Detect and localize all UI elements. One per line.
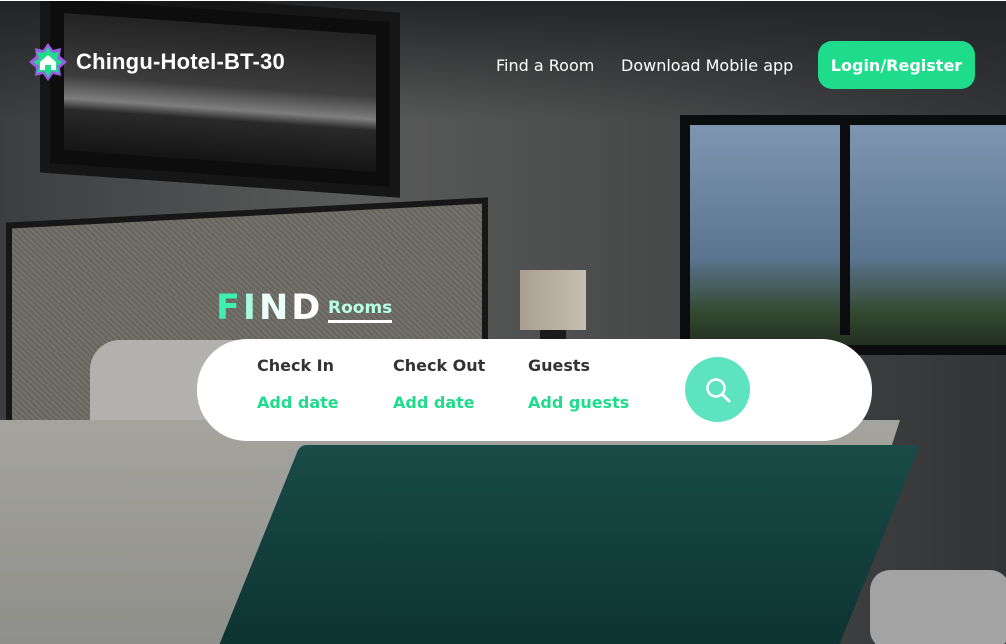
brand-logo[interactable]: Chingu-Hotel-BT-30 <box>28 42 285 82</box>
nav-find-room[interactable]: Find a Room <box>496 56 594 75</box>
check-out-value[interactable]: Add date <box>393 393 485 412</box>
brand-name: Chingu-Hotel-BT-30 <box>76 49 285 74</box>
check-in-field[interactable]: Check In Add date <box>257 356 339 412</box>
house-icon <box>28 42 68 82</box>
guests-value[interactable]: Add guests <box>528 393 629 412</box>
login-register-button[interactable]: Login/Register <box>818 41 975 89</box>
top-border <box>0 0 1006 1</box>
search-button[interactable] <box>685 357 750 422</box>
find-letter: N <box>258 288 292 328</box>
find-heading: FIND <box>216 288 323 328</box>
hero-overlay <box>0 0 1006 644</box>
nav-link-download-mobile-app[interactable]: Download Mobile app <box>621 56 793 75</box>
guests-label: Guests <box>528 356 591 375</box>
check-out-label: Check Out <box>393 356 486 375</box>
find-letter: F <box>216 288 243 328</box>
guests-field[interactable]: Guests Add guests <box>528 356 629 412</box>
check-in-label: Check In <box>257 356 335 375</box>
nav-download-app[interactable]: Download Mobile app <box>621 56 793 75</box>
rooms-tag: Rooms <box>328 298 393 323</box>
check-in-value[interactable]: Add date <box>257 393 339 412</box>
find-letter: I <box>242 288 259 328</box>
hero-background <box>0 0 1006 644</box>
search-card: Check In Add date Check Out Add date Gue… <box>197 339 872 441</box>
nav-link-find-a-room[interactable]: Find a Room <box>496 56 594 75</box>
search-icon <box>705 377 730 402</box>
check-out-field[interactable]: Check Out Add date <box>393 356 485 412</box>
find-letter: D <box>291 288 324 328</box>
